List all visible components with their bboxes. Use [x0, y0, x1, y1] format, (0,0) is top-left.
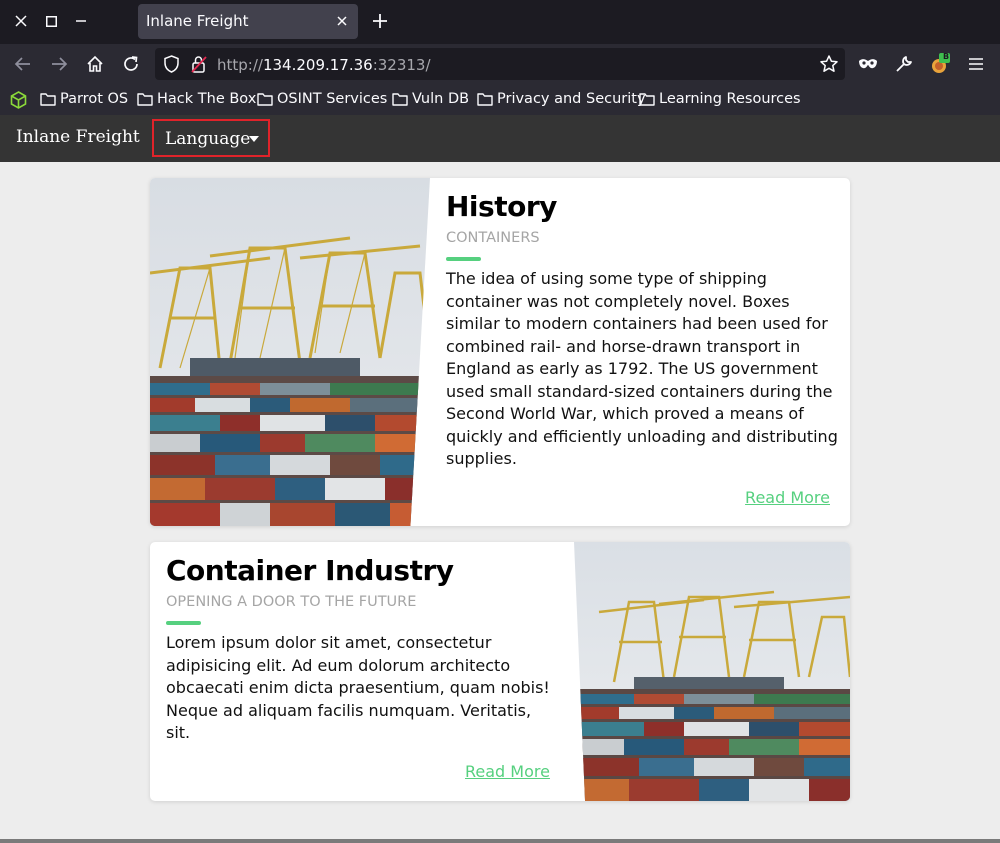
url-scheme: http://: [217, 56, 263, 74]
container-port-image: [150, 178, 430, 526]
home-icon[interactable]: [84, 53, 106, 75]
shield-icon[interactable]: [163, 55, 180, 77]
caret-down-icon: [249, 136, 259, 142]
url-host: 134.209.17.36: [262, 56, 373, 74]
tab-close-icon[interactable]: [334, 13, 350, 29]
site-brand[interactable]: Inlane Freight: [16, 127, 140, 147]
url-text: http://134.209.17.36:32313/: [217, 56, 431, 74]
bookmark-learning-resources[interactable]: Learning Resources: [639, 91, 801, 107]
private-mask-icon[interactable]: [857, 53, 879, 75]
extension-icon[interactable]: B: [929, 52, 951, 75]
card-subtitle: OPENING A DOOR TO THE FUTURE: [166, 594, 417, 610]
folder-icon: [639, 93, 655, 106]
bookmark-privacy-security[interactable]: Privacy and Security: [477, 91, 646, 107]
language-label: Language: [165, 129, 251, 149]
browser-tab-bar: Inlane Freight: [0, 0, 1000, 44]
bookmarks-toolbar: Parrot OS Hack The Box OSINT Services Vu…: [0, 84, 1000, 115]
back-icon[interactable]: [12, 53, 34, 75]
bookmark-label: Parrot OS: [60, 91, 129, 107]
card-title: Container Industry: [166, 554, 454, 587]
folder-icon: [392, 93, 408, 106]
bookmark-vuln-db[interactable]: Vuln DB: [392, 91, 469, 107]
extension-badge: B: [943, 52, 950, 61]
bookmark-label: Vuln DB: [412, 91, 470, 107]
bookmark-osint-services[interactable]: OSINT Services: [257, 91, 387, 107]
bookmark-label: Hack The Box: [157, 91, 257, 107]
language-dropdown[interactable]: Language: [152, 119, 270, 157]
browser-tab[interactable]: Inlane Freight: [138, 4, 358, 39]
folder-icon: [477, 93, 493, 106]
read-more-link[interactable]: Read More: [465, 762, 550, 781]
minimize-window-icon[interactable]: [70, 10, 92, 32]
folder-icon: [257, 93, 273, 106]
history-card: History CONTAINERS The idea of using som…: [150, 178, 850, 526]
browser-toolbar: http://134.209.17.36:32313/ B: [0, 44, 1000, 84]
bookmark-hack-the-box[interactable]: Hack The Box: [137, 91, 256, 107]
container-industry-card: Container Industry OPENING A DOOR TO THE…: [150, 542, 850, 801]
tab-title: Inlane Freight: [146, 12, 249, 30]
bookmark-star-icon[interactable]: [819, 54, 839, 78]
close-window-icon[interactable]: [10, 10, 32, 32]
parrot-cube-icon[interactable]: [10, 91, 27, 113]
wrench-icon[interactable]: [893, 53, 915, 75]
reload-icon[interactable]: [120, 53, 142, 75]
site-navbar: Inlane Freight Language: [0, 115, 1000, 162]
card-subtitle: CONTAINERS: [446, 230, 540, 246]
folder-icon: [40, 93, 56, 106]
accent-bar: [166, 621, 201, 625]
menu-icon[interactable]: [965, 53, 987, 75]
bookmark-label: Privacy and Security: [497, 91, 646, 107]
bookmark-label: OSINT Services: [277, 91, 388, 107]
maximize-window-icon[interactable]: [40, 10, 62, 32]
card-text: The idea of using some type of shipping …: [446, 269, 838, 468]
accent-bar: [446, 257, 481, 261]
new-tab-icon[interactable]: [370, 11, 390, 31]
url-port-path: :32313/: [372, 56, 431, 74]
forward-icon[interactable]: [48, 53, 70, 75]
container-port-image: [574, 542, 850, 801]
card-text: Lorem ipsum dolor sit amet, consectetur …: [166, 633, 550, 742]
insecure-lock-icon[interactable]: [191, 55, 207, 77]
read-more-link[interactable]: Read More: [745, 488, 830, 507]
bookmark-label: Learning Resources: [659, 91, 801, 107]
address-bar[interactable]: http://134.209.17.36:32313/: [155, 48, 845, 80]
card-title: History: [446, 190, 557, 223]
page-bottom-edge: [0, 839, 1000, 843]
folder-icon: [137, 93, 153, 106]
bookmark-parrot-os[interactable]: Parrot OS: [40, 91, 128, 107]
